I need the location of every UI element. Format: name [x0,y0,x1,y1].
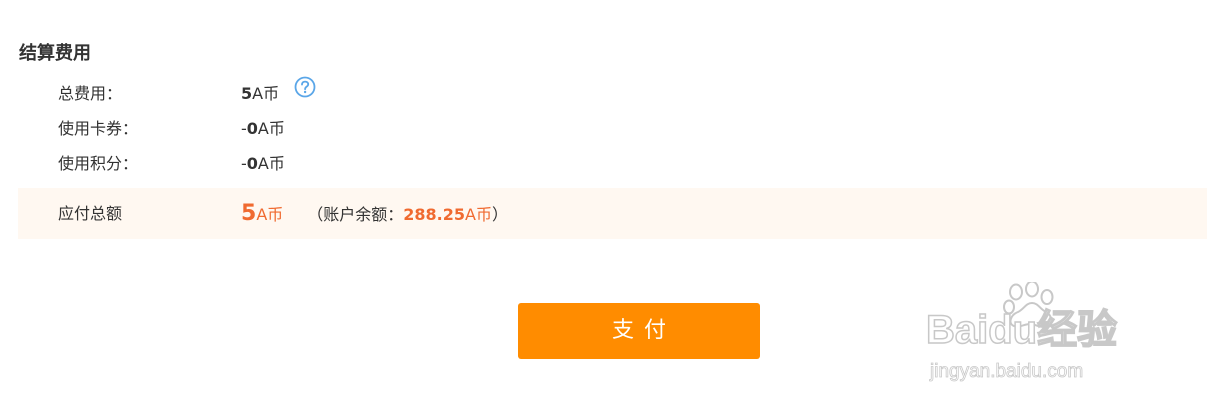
payable-amount-unit: A币 [256,205,284,224]
coupon-unit: A币 [257,119,285,138]
fee-row-points: 使用积分： -0A币 [0,147,1207,181]
payable-total-bar: 应付总额 5A币 （账户余额：288.25A币） [18,188,1207,239]
balance-suffix: ） [491,205,508,224]
total-fee-unit: A币 [252,84,280,103]
watermark-logo-text: Baidu经验 [925,307,1118,353]
points-amount: 0 [246,154,258,173]
total-fee-label: 总费用： [58,84,123,103]
balance-prefix: （账户余额： [307,205,404,224]
fee-row-coupon: 使用卡券： -0A币 [0,112,1207,146]
payable-amount-number: 5 [241,201,257,226]
coupon-amount: 0 [246,119,258,138]
total-fee-amount: 5 [241,84,253,103]
balance-amount: 288.25 [403,205,466,224]
fee-row-total: 总费用： 5A币 [0,76,1207,111]
payable-label: 应付总额 [58,204,123,223]
payable-value: 5A币 （账户余额：288.25A币） [241,188,508,240]
pay-button[interactable]: 支付 [518,303,760,359]
balance-unit: A币 [465,205,492,224]
baidu-jingyan-watermark: Baidu经验 jingyan.baidu.com [925,280,1146,392]
section-title: 结算费用 [19,43,91,64]
account-balance: （账户余额：288.25A币） [307,205,508,224]
points-value: -0A币 [241,147,285,181]
points-label: 使用积分： [58,154,139,173]
points-unit: A币 [257,154,285,173]
help-circle-icon[interactable] [294,76,316,110]
payable-amount: 5A币 [241,201,284,226]
watermark-url: jingyan.baidu.com [930,361,1084,383]
total-fee-value: 5A币 [241,76,316,111]
coupon-label: 使用卡券： [58,119,139,138]
coupon-value: -0A币 [241,112,285,146]
